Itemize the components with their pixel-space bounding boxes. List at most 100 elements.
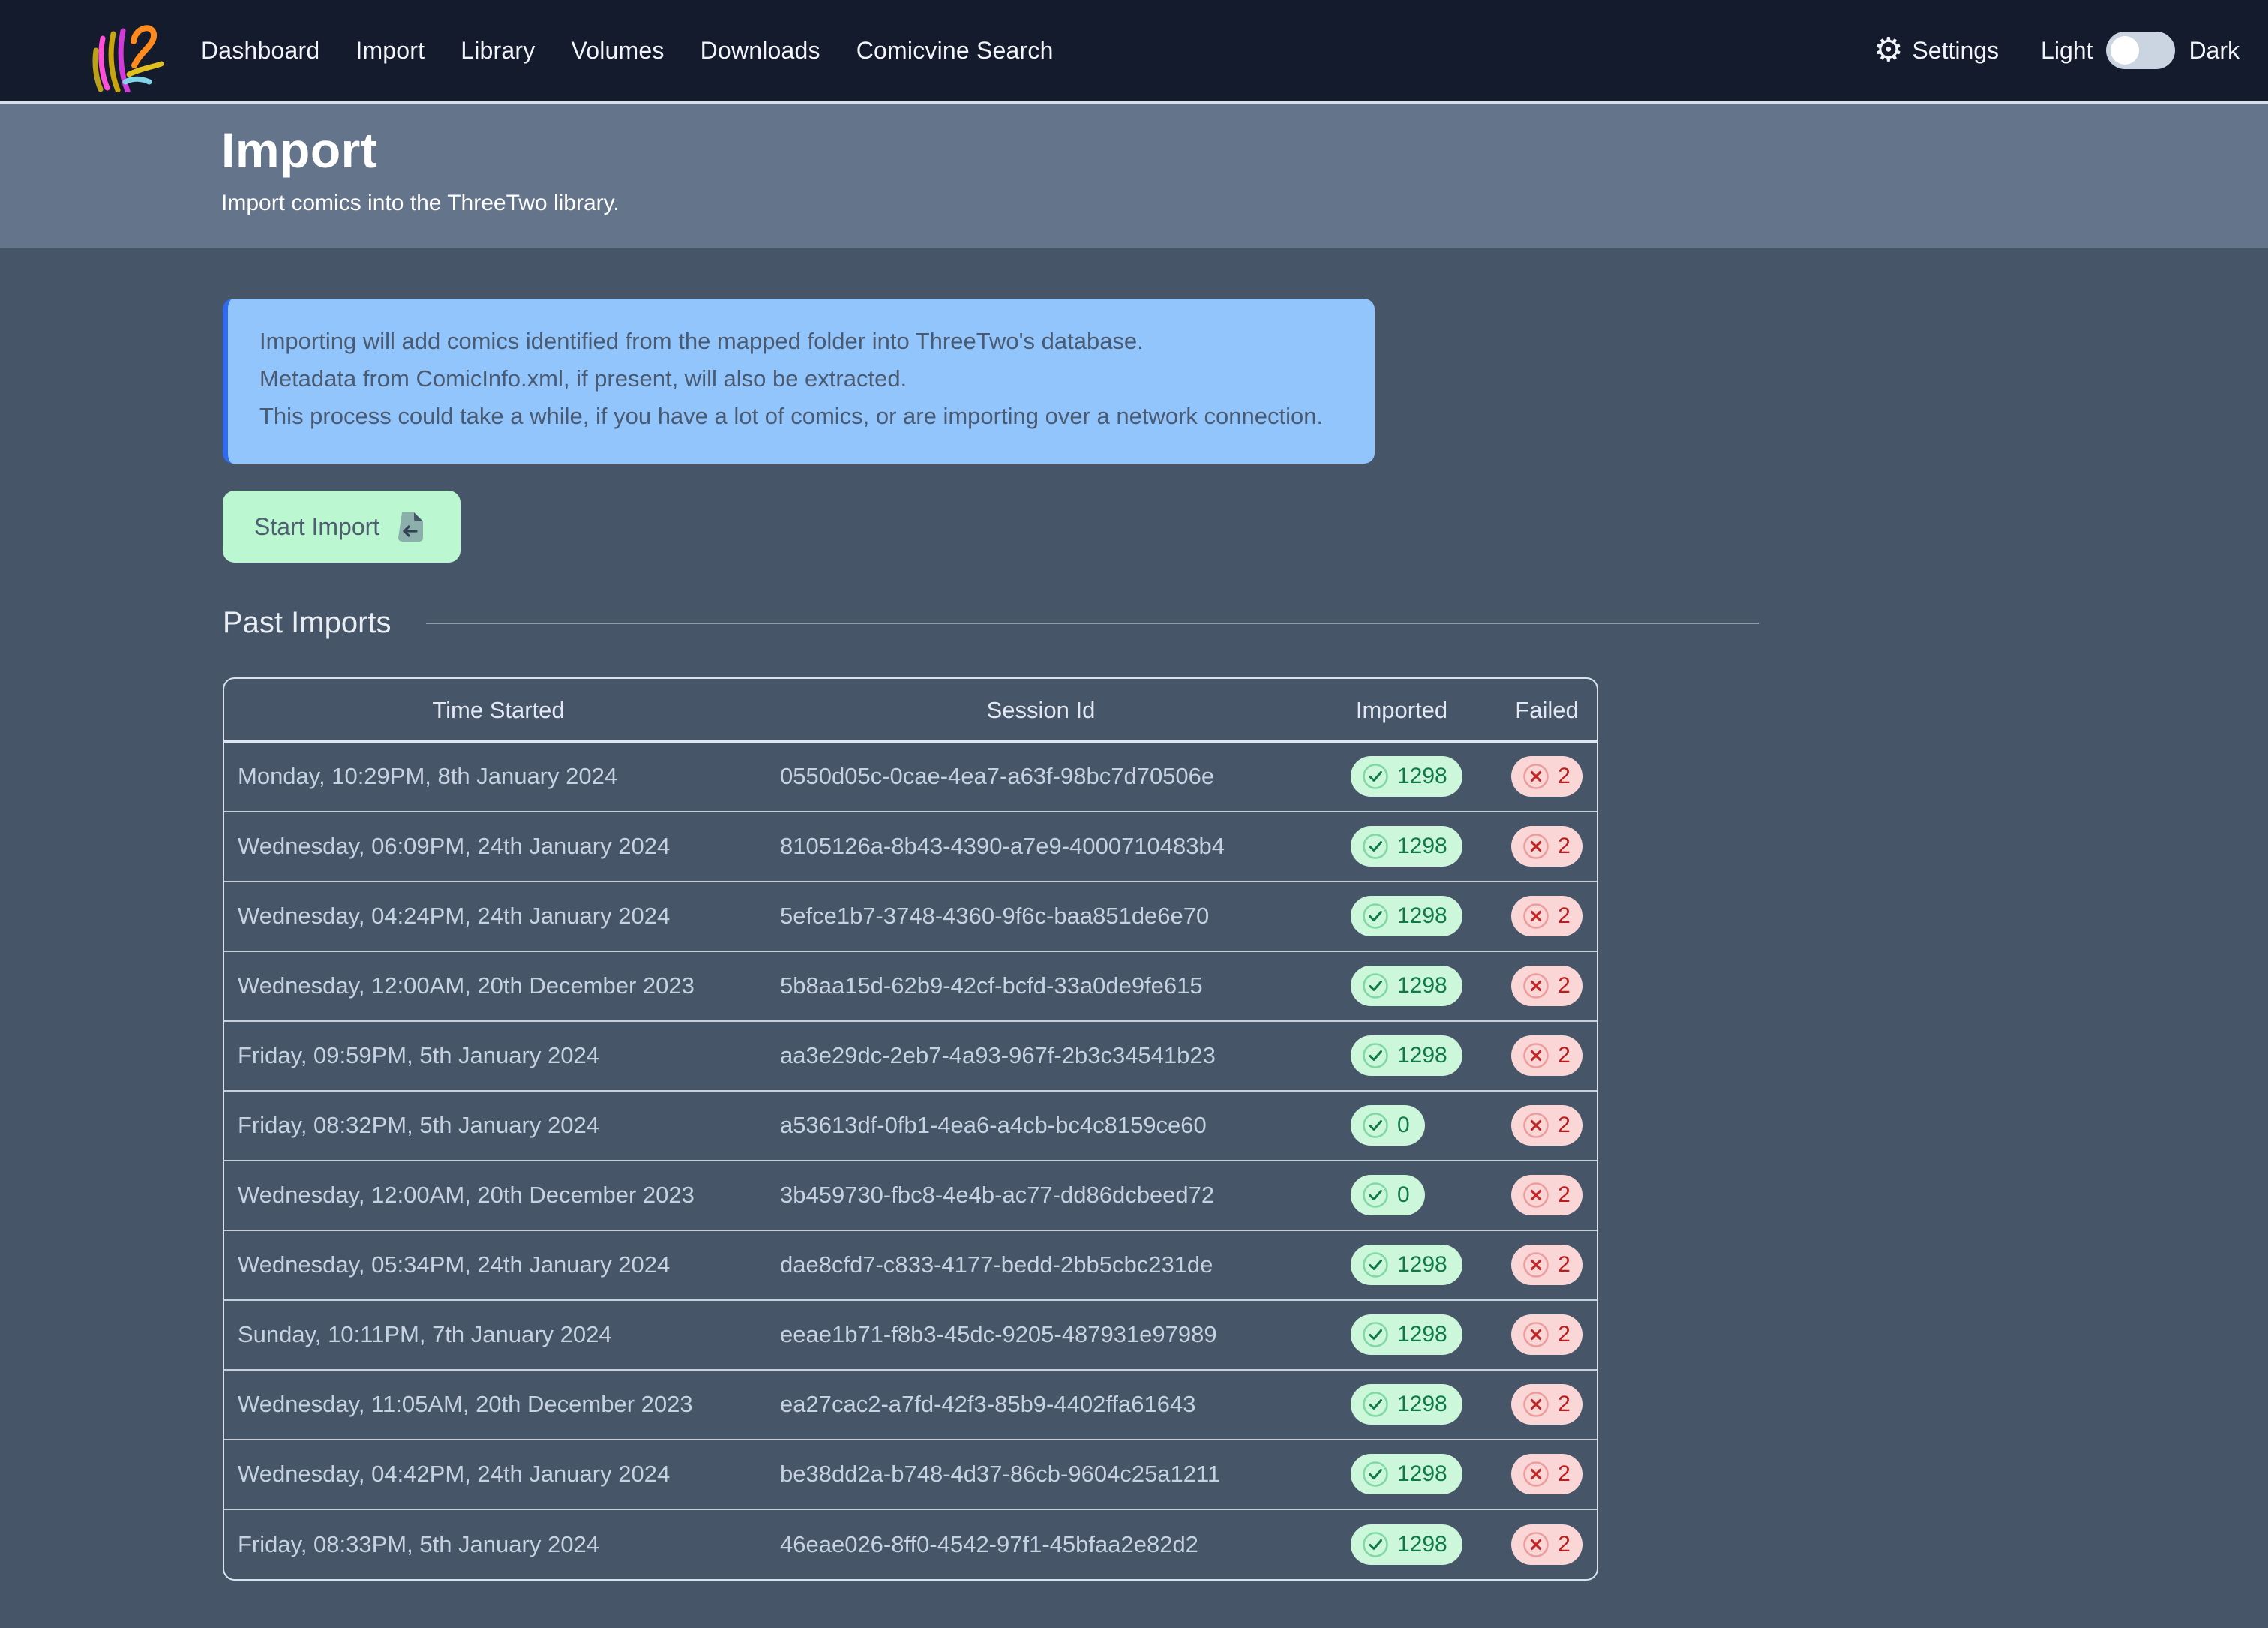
failed-count-badge: 2 [1511,1105,1582,1146]
table-row[interactable]: Sunday, 10:11PM, 7th January 2024 eeae1b… [224,1300,1598,1370]
toggle-knob [2110,36,2139,65]
cell-failed: 2 [1494,1230,1598,1300]
start-import-button[interactable]: Start Import [223,491,460,563]
nav-item-import[interactable]: Import [356,37,424,65]
check-circle-icon [1361,1181,1390,1209]
failed-count: 2 [1558,903,1570,929]
alert-line: Importing will add comics identified fro… [260,323,1343,360]
settings-button[interactable]: ⚙ Settings [1874,34,1999,67]
nav-item-downloads[interactable]: Downloads [700,37,820,65]
failed-count-badge: 2 [1511,1454,1582,1494]
table-body: Monday, 10:29PM, 8th January 2024 0550d0… [224,742,1598,1579]
failed-count: 2 [1558,1392,1570,1417]
cell-time-started: Wednesday, 04:24PM, 24th January 2024 [224,882,772,951]
failed-count-badge: 2 [1511,896,1582,936]
table-row[interactable]: Friday, 08:32PM, 5th January 2024 a53613… [224,1091,1598,1161]
col-header-time-started: Time Started [224,679,772,742]
nav-item-library[interactable]: Library [460,37,535,65]
theme-light-label: Light [2041,37,2092,65]
imported-count: 1298 [1397,1461,1448,1487]
cell-imported: 1298 [1310,812,1494,882]
cell-imported: 1298 [1310,1509,1494,1579]
cell-session-id: 3b459730-fbc8-4e4b-ac77-dd86dcbeed72 [772,1161,1310,1230]
table-row[interactable]: Wednesday, 04:42PM, 24th January 2024 be… [224,1440,1598,1509]
failed-count-badge: 2 [1511,966,1582,1006]
table-row[interactable]: Wednesday, 12:00AM, 20th December 2023 5… [224,951,1598,1021]
x-circle-icon [1522,902,1550,930]
failed-count: 2 [1558,834,1570,859]
page-title: Import [221,122,2268,179]
x-circle-icon [1522,1460,1550,1488]
imported-count-badge: 1298 [1351,896,1462,936]
cell-failed: 2 [1494,1021,1598,1091]
cell-time-started: Wednesday, 12:00AM, 20th December 2023 [224,951,772,1021]
table-row[interactable]: Wednesday, 11:05AM, 20th December 2023 e… [224,1370,1598,1440]
failed-count: 2 [1558,1113,1570,1138]
cell-failed: 2 [1494,1091,1598,1161]
main-nav: Dashboard Import Library Volumes Downloa… [201,37,1054,65]
imported-count: 1298 [1397,1252,1448,1278]
cell-session-id: 5efce1b7-3748-4360-9f6c-baa851de6e70 [772,882,1310,951]
past-imports-table: Time Started Session Id Imported Failed … [224,679,1598,1579]
theme-toggle-group: Light Dark [2041,32,2240,69]
failed-count: 2 [1558,1252,1570,1278]
nav-item-volumes[interactable]: Volumes [571,37,664,65]
x-circle-icon [1522,1181,1550,1209]
cell-failed: 2 [1494,951,1598,1021]
cell-time-started: Friday, 08:32PM, 5th January 2024 [224,1091,772,1161]
check-circle-icon [1361,762,1390,791]
main-content: Importing will add comics identified fro… [0,299,2268,1611]
cell-session-id: 5b8aa15d-62b9-42cf-bcfd-33a0de9fe615 [772,951,1310,1021]
imported-count-badge: 1298 [1351,1384,1462,1425]
page-subtitle: Import comics into the ThreeTwo library. [221,191,2268,216]
x-circle-icon [1522,972,1550,1000]
threetwo-logo[interactable] [90,14,165,86]
table-row[interactable]: Friday, 08:33PM, 5th January 2024 46eae0… [224,1509,1598,1579]
cell-session-id: dae8cfd7-c833-4177-bedd-2bb5cbc231de [772,1230,1310,1300]
check-circle-icon [1361,1111,1390,1140]
imported-count: 1298 [1397,1392,1448,1417]
cell-imported: 1298 [1310,1370,1494,1440]
x-circle-icon [1522,1530,1550,1559]
x-circle-icon [1522,1251,1550,1279]
cell-failed: 2 [1494,742,1598,812]
failed-count-badge: 2 [1511,1384,1582,1425]
check-circle-icon [1361,1460,1390,1488]
cell-time-started: Friday, 09:59PM, 5th January 2024 [224,1021,772,1091]
cell-failed: 2 [1494,1300,1598,1370]
table-row[interactable]: Wednesday, 12:00AM, 20th December 2023 3… [224,1161,1598,1230]
imported-count: 1298 [1397,764,1448,789]
page-header: Import Import comics into the ThreeTwo l… [0,104,2268,248]
settings-label: Settings [1912,37,1999,65]
cell-session-id: ea27cac2-a7fd-42f3-85b9-4402ffa61643 [772,1370,1310,1440]
cell-imported: 1298 [1310,742,1494,812]
table-row[interactable]: Monday, 10:29PM, 8th January 2024 0550d0… [224,742,1598,812]
table-row[interactable]: Wednesday, 06:09PM, 24th January 2024 81… [224,812,1598,882]
cell-time-started: Wednesday, 04:42PM, 24th January 2024 [224,1440,772,1509]
check-circle-icon [1361,902,1390,930]
failed-count-badge: 2 [1511,1175,1582,1215]
check-circle-icon [1361,972,1390,1000]
failed-count-badge: 2 [1511,1035,1582,1076]
cell-failed: 2 [1494,812,1598,882]
x-circle-icon [1522,1041,1550,1070]
table-row[interactable]: Wednesday, 05:34PM, 24th January 2024 da… [224,1230,1598,1300]
table-row[interactable]: Friday, 09:59PM, 5th January 2024 aa3e29… [224,1021,1598,1091]
nav-item-comicvine-search[interactable]: Comicvine Search [856,37,1054,65]
imported-count: 1298 [1397,1532,1448,1557]
imported-count-badge: 1298 [1351,966,1462,1006]
col-header-session-id: Session Id [772,679,1310,742]
failed-count-badge: 2 [1511,1524,1582,1565]
failed-count: 2 [1558,1461,1570,1487]
cell-time-started: Wednesday, 06:09PM, 24th January 2024 [224,812,772,882]
cell-failed: 2 [1494,1509,1598,1579]
cell-time-started: Wednesday, 05:34PM, 24th January 2024 [224,1230,772,1300]
nav-item-dashboard[interactable]: Dashboard [201,37,320,65]
start-import-label: Start Import [254,513,380,541]
table-row[interactable]: Wednesday, 04:24PM, 24th January 2024 5e… [224,882,1598,951]
col-header-failed: Failed [1494,679,1598,742]
cell-failed: 2 [1494,1161,1598,1230]
imported-count: 1298 [1397,1322,1448,1347]
theme-toggle-switch[interactable] [2106,32,2175,69]
cell-imported: 1298 [1310,882,1494,951]
